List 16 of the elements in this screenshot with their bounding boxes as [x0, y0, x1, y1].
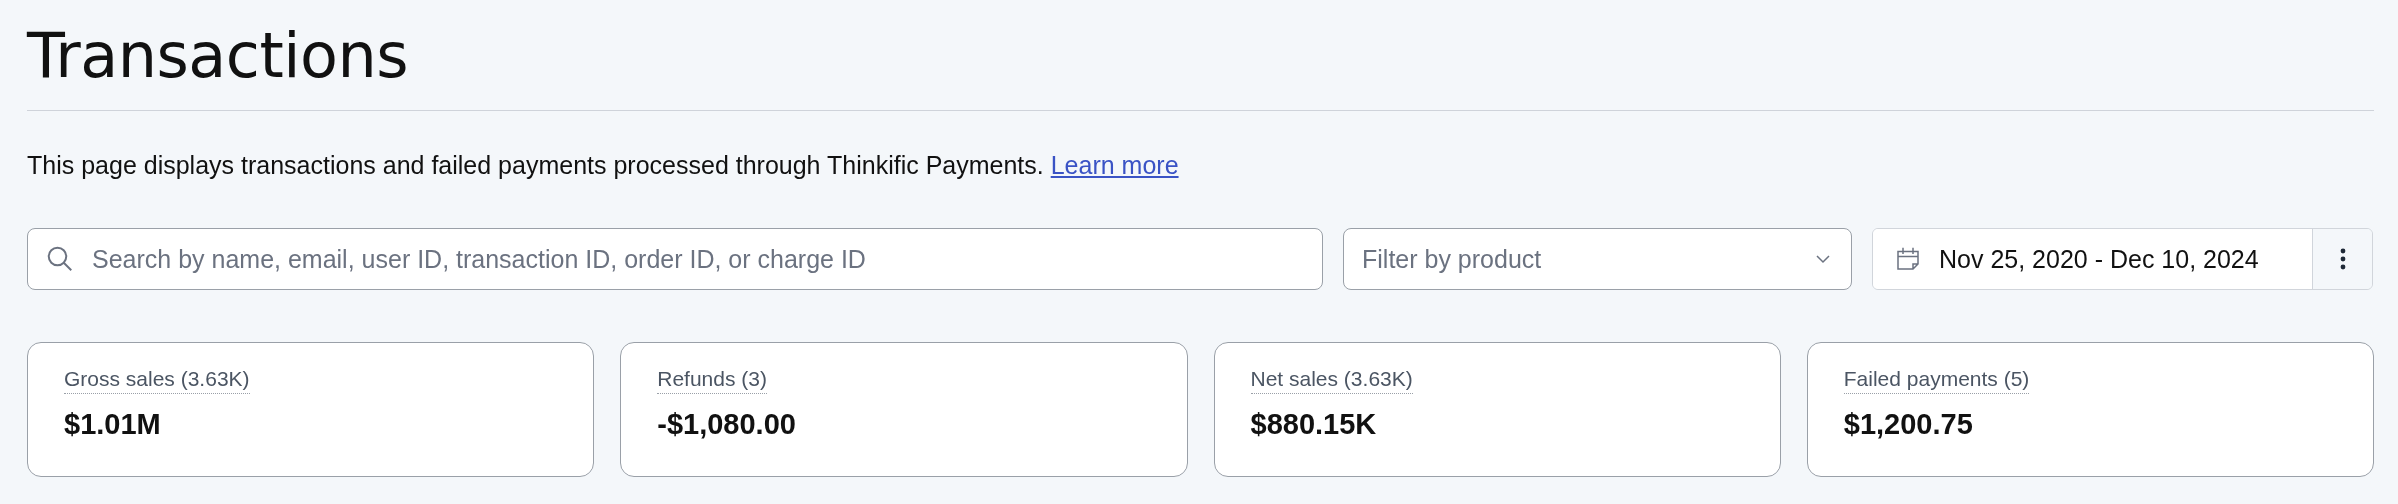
page-description: This page displays transactions and failed payments processed through Thinkific Payments.: [27, 151, 1044, 179]
stat-label: Refunds (3): [657, 367, 767, 394]
stat-label: Gross sales (3.63K): [64, 367, 250, 394]
date-range-button[interactable]: Nov 25, 2020 - Dec 10, 2024: [1873, 229, 2312, 289]
stat-label: Net sales (3.63K): [1250, 367, 1413, 394]
stat-label: Failed payments (5): [1843, 367, 2030, 394]
page-title: Transactions: [27, 18, 409, 92]
search-field[interactable]: Search by name, email, user ID, transaction ID, order ID, or charge ID: [27, 228, 1323, 290]
stat-value: $1.01M: [64, 408, 161, 441]
more-options-button[interactable]: [2312, 229, 2372, 289]
stat-value: -$1,080.00: [657, 408, 796, 441]
stat-value: $1,200.75: [1843, 408, 1973, 441]
stat-value: $880.15K: [1250, 408, 1377, 441]
product-filter-dropdown[interactable]: Filter by product: [1343, 228, 1852, 290]
kebab-icon: [2339, 248, 2346, 270]
learn-more-link[interactable]: Learn more: [1050, 151, 1179, 179]
